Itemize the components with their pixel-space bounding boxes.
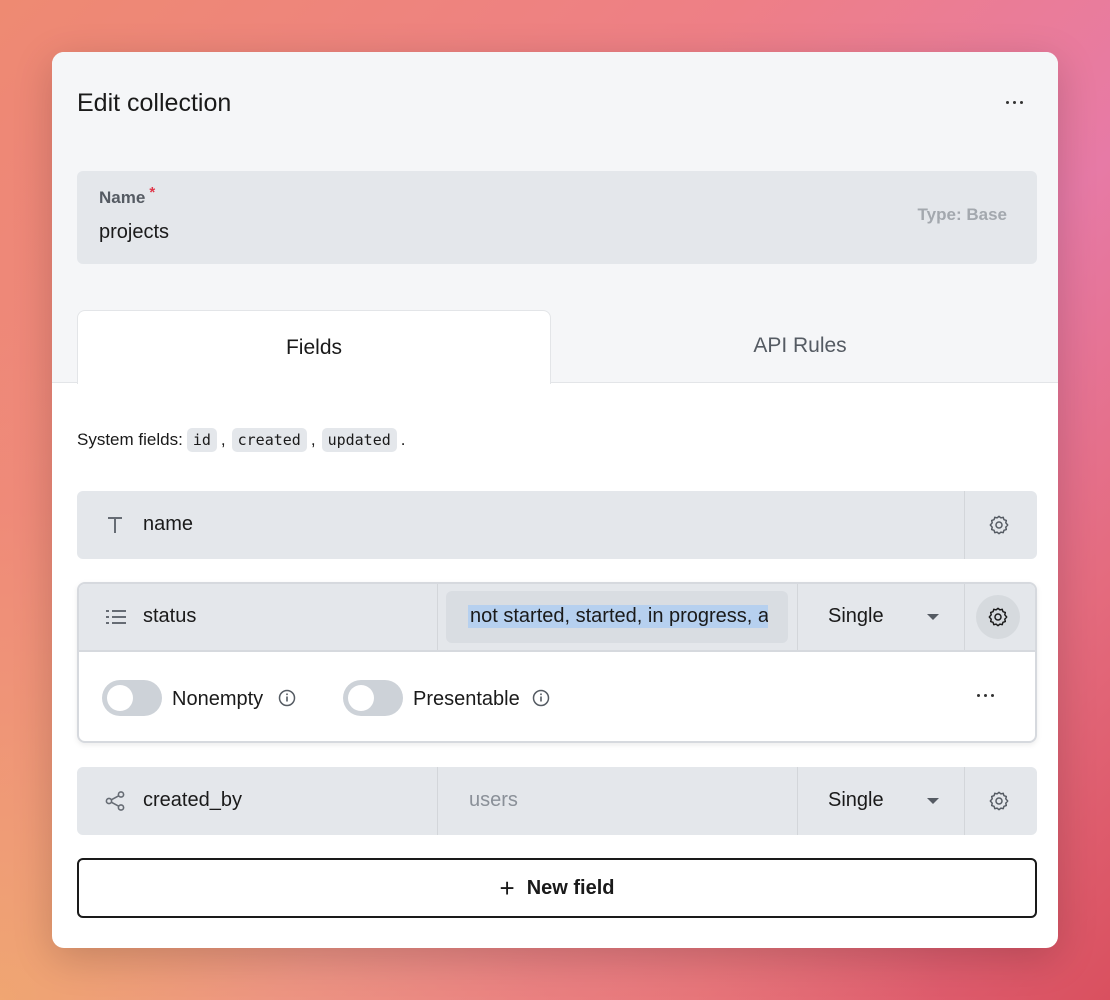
name-label-text: Name xyxy=(99,188,146,207)
field-row-created-by: created_by users Single xyxy=(77,767,1037,835)
field-group-status: status not started, started, in progress… xyxy=(77,582,1037,743)
chevron-down-icon xyxy=(927,614,939,620)
edit-collection-panel: Edit collection Name * projects Type: Bas… xyxy=(52,52,1058,948)
divider xyxy=(437,767,438,835)
info-icon[interactable] xyxy=(532,689,550,707)
relation-mode-dropdown[interactable]: Single xyxy=(828,789,884,812)
system-field-updated: updated xyxy=(321,428,397,452)
collection-name-field[interactable]: Name * projects Type: Base xyxy=(77,171,1037,264)
name-input[interactable]: projects xyxy=(99,221,799,244)
relation-icon xyxy=(102,789,128,813)
presentable-toggle[interactable] xyxy=(343,680,403,716)
info-icon[interactable] xyxy=(278,689,296,707)
divider xyxy=(964,584,965,650)
relation-collection-select[interactable]: users xyxy=(469,789,518,812)
system-field-id: id xyxy=(186,428,217,452)
selected-values-text: not started, started, in progress, a xyxy=(468,605,768,628)
system-fields-note: System fields: id, created, updated. xyxy=(77,428,406,452)
select-values-input[interactable]: not started, started, in progress, a xyxy=(446,591,788,643)
required-mark: * xyxy=(149,184,156,201)
separator: , xyxy=(220,430,226,449)
text-type-icon xyxy=(102,513,128,537)
list-icon xyxy=(103,605,129,629)
nonempty-toggle[interactable] xyxy=(102,680,162,716)
field-settings-button[interactable] xyxy=(977,503,1021,547)
name-label: Name * xyxy=(99,184,155,208)
gear-icon xyxy=(989,515,1009,535)
divider xyxy=(964,491,965,559)
new-field-label: New field xyxy=(526,876,615,899)
gear-icon xyxy=(989,791,1009,811)
system-fields-label: System fields: xyxy=(77,430,183,449)
more-options-button[interactable] xyxy=(997,85,1031,119)
separator: , xyxy=(310,430,316,449)
more-horizontal-icon xyxy=(976,693,994,697)
panel-title: Edit collection xyxy=(77,89,232,117)
nonempty-label: Nonempty xyxy=(172,688,264,710)
chevron-down-icon xyxy=(927,798,939,804)
gear-icon xyxy=(988,607,1008,627)
divider xyxy=(797,767,798,835)
tab-fields[interactable]: Fields xyxy=(77,310,551,384)
divider xyxy=(964,767,965,835)
field-name-input[interactable]: status xyxy=(143,605,196,628)
field-settings-button[interactable] xyxy=(977,779,1021,823)
system-field-created: created xyxy=(231,428,307,452)
tab-api-rules[interactable]: API Rules xyxy=(550,310,1050,382)
field-row-name: name xyxy=(77,491,1037,559)
new-field-button[interactable]: + New field xyxy=(77,858,1037,918)
more-horizontal-icon xyxy=(1005,100,1023,104)
field-name-input[interactable]: name xyxy=(143,513,193,536)
field-settings-button[interactable] xyxy=(976,595,1020,639)
divider xyxy=(797,584,798,650)
presentable-label: Presentable xyxy=(413,688,520,710)
period: . xyxy=(400,430,406,449)
plus-icon: + xyxy=(499,873,515,903)
collection-type-label: Type: Base xyxy=(917,205,1007,224)
select-mode-dropdown[interactable]: Single xyxy=(828,605,884,628)
field-name-input[interactable]: created_by xyxy=(143,789,242,812)
field-row-status: status not started, started, in progress… xyxy=(79,584,1035,652)
divider xyxy=(437,584,438,650)
field-more-options-button[interactable] xyxy=(967,680,1003,710)
